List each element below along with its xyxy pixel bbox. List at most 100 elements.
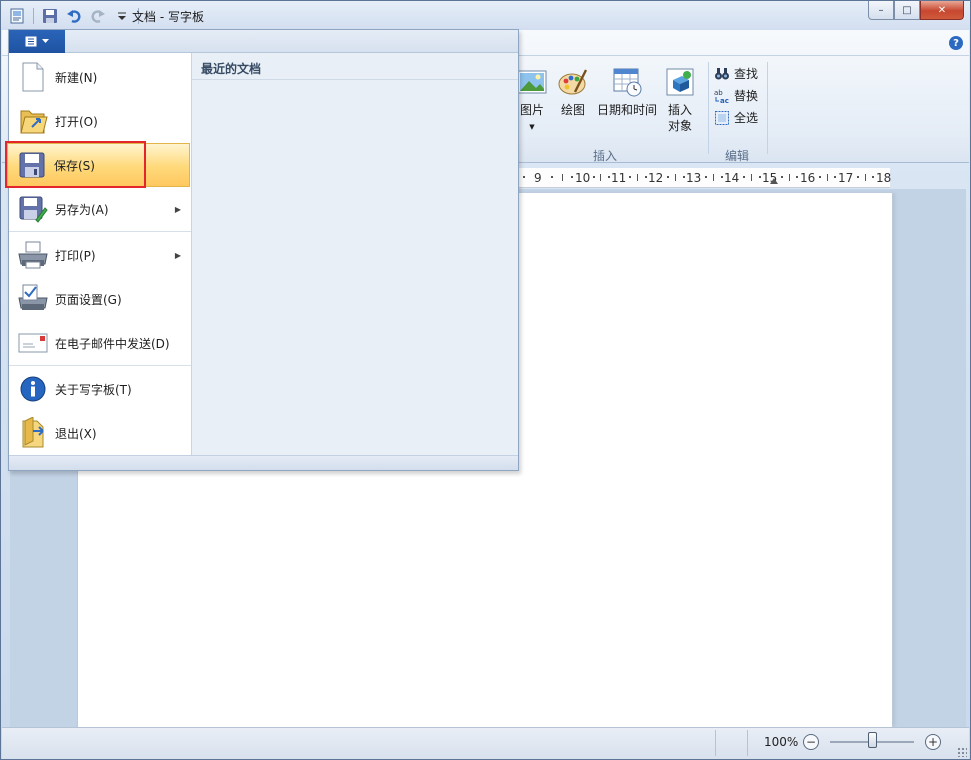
menu-item-label: 在电子邮件中发送(D) bbox=[55, 336, 170, 351]
status-bar: 100% − + bbox=[2, 727, 969, 759]
replace-label: 替换 bbox=[734, 89, 759, 103]
ruler-number: 9 bbox=[534, 171, 542, 185]
insert-object-button[interactable]: 插入 对象 bbox=[661, 66, 699, 134]
zoom-in-button[interactable]: + bbox=[925, 734, 941, 750]
replace-icon: ab ac bbox=[714, 88, 730, 104]
insert-group-label: 插入 bbox=[593, 149, 618, 163]
ruler-number: 17 bbox=[838, 171, 854, 185]
highlight-box bbox=[5, 141, 146, 188]
insert-paint-button[interactable]: 绘图 bbox=[554, 66, 592, 118]
paint-palette-icon bbox=[557, 66, 589, 98]
zoom-slider-thumb[interactable] bbox=[868, 732, 877, 748]
select-all-button[interactable]: 全选 bbox=[714, 109, 758, 126]
title-document: 文档 bbox=[132, 10, 157, 24]
minimize-button[interactable]: – bbox=[868, 1, 894, 20]
ruler-number: 18 bbox=[876, 171, 892, 185]
ruler-tick bbox=[713, 174, 714, 181]
zoom-out-button[interactable]: − bbox=[803, 734, 819, 750]
ruler-dot bbox=[743, 176, 745, 178]
insert-paint-label: 绘图 bbox=[560, 103, 585, 117]
submenu-arrow-icon: ▶ bbox=[174, 204, 181, 214]
menu-item-new[interactable]: 新建(N) bbox=[9, 55, 191, 99]
maximize-button[interactable]: □ bbox=[894, 1, 920, 20]
menu-item-save-as[interactable]: 另存为(A) ▶ bbox=[9, 187, 191, 231]
ruler-dot bbox=[593, 176, 595, 178]
ruler-number: 14 bbox=[724, 171, 740, 185]
ruler-number: 10 bbox=[575, 171, 591, 185]
binoculars-icon bbox=[714, 66, 730, 82]
group-separator bbox=[767, 62, 768, 154]
info-icon bbox=[17, 373, 49, 405]
ruler-number: 12 bbox=[648, 171, 664, 185]
status-separator bbox=[747, 730, 748, 756]
ruler-dot bbox=[667, 176, 669, 178]
ruler-tick bbox=[600, 174, 601, 181]
menu-item-about[interactable]: 关于写字板(T) bbox=[9, 367, 191, 411]
ruler-tick bbox=[789, 174, 790, 181]
menu-item-print[interactable]: 打印(P) ▶ bbox=[9, 233, 191, 277]
ruler-dot bbox=[781, 176, 783, 178]
app-menu-button-active[interactable] bbox=[9, 30, 65, 53]
submenu-arrow-icon: ▶ bbox=[174, 250, 181, 260]
find-button[interactable]: 查找 bbox=[714, 65, 758, 82]
select-all-label: 全选 bbox=[734, 111, 759, 125]
find-label: 查找 bbox=[734, 67, 759, 81]
right-indent-marker[interactable] bbox=[770, 178, 778, 184]
ruler-dot bbox=[551, 176, 553, 178]
ruler-dot bbox=[629, 176, 631, 178]
ruler-tick bbox=[865, 174, 866, 181]
close-button[interactable]: ✕ bbox=[920, 1, 964, 20]
app-menu-dropdown: 新建(N) 打开(O) 保存(S) 另存为(A) ▶ 打印(P) ▶ 页面设置(… bbox=[7, 29, 519, 471]
insert-datetime-label: 日期和时间 bbox=[596, 103, 657, 117]
ruler-dot bbox=[819, 176, 821, 178]
page-setup-icon bbox=[17, 283, 49, 315]
ruler-number: 11 bbox=[611, 171, 627, 185]
ruler-number: 13 bbox=[686, 171, 702, 185]
ruler-tick bbox=[751, 174, 752, 181]
chevron-down-icon bbox=[42, 39, 49, 43]
ruler-dot bbox=[645, 176, 647, 178]
menu-item-page-setup[interactable]: 页面设置(G) bbox=[9, 277, 191, 321]
insert-object-icon bbox=[664, 66, 696, 98]
menu-item-label: 新建(N) bbox=[55, 70, 98, 85]
select-all-icon bbox=[714, 110, 730, 126]
menu-item-send-email[interactable]: 在电子邮件中发送(D) bbox=[9, 321, 191, 365]
insert-object-label-line2: 对象 bbox=[667, 119, 692, 133]
undo-icon[interactable] bbox=[64, 6, 84, 26]
ruler-dot bbox=[796, 176, 798, 178]
ruler-dot bbox=[872, 176, 874, 178]
save-icon[interactable] bbox=[40, 6, 60, 26]
email-icon bbox=[17, 327, 49, 359]
new-document-icon bbox=[17, 61, 49, 93]
save-as-icon bbox=[17, 193, 49, 225]
svg-text:ab: ab bbox=[714, 89, 723, 97]
menu-item-label: 打开(O) bbox=[55, 114, 98, 129]
ruler-dot bbox=[571, 176, 573, 178]
resize-grip[interactable] bbox=[957, 747, 967, 757]
customize-dropdown-icon[interactable] bbox=[112, 6, 132, 26]
menu-item-open[interactable]: 打开(O) bbox=[9, 99, 191, 143]
menu-item-label: 关于写字板(T) bbox=[55, 382, 132, 397]
ruler-dot bbox=[705, 176, 707, 178]
insert-datetime-button[interactable]: 日期和时间 bbox=[594, 66, 660, 118]
recent-documents-divider bbox=[192, 79, 518, 80]
ruler-dot bbox=[721, 176, 723, 178]
ruler-dot bbox=[834, 176, 836, 178]
menu-item-exit[interactable]: 退出(X) bbox=[9, 411, 191, 455]
ruler-dot bbox=[608, 176, 610, 178]
ruler-dot bbox=[759, 176, 761, 178]
ruler-number: 16 bbox=[800, 171, 816, 185]
zoom-level: 100% bbox=[764, 735, 799, 749]
replace-button[interactable]: ab ac 替换 bbox=[714, 87, 758, 104]
menu-document-icon bbox=[25, 36, 37, 47]
menu-item-label: 页面设置(G) bbox=[55, 292, 122, 307]
app-menu-header bbox=[9, 30, 518, 53]
app-icon[interactable] bbox=[7, 6, 27, 26]
ruler-dot bbox=[683, 176, 685, 178]
ruler-tick bbox=[637, 174, 638, 181]
help-icon[interactable]: ? bbox=[949, 36, 963, 50]
recent-documents-panel: 最近的文档 bbox=[191, 53, 518, 455]
ruler-tick bbox=[562, 174, 563, 181]
menu-divider bbox=[9, 365, 191, 366]
title-bar: 文档 - 写字板 – □ ✕ bbox=[1, 1, 970, 30]
